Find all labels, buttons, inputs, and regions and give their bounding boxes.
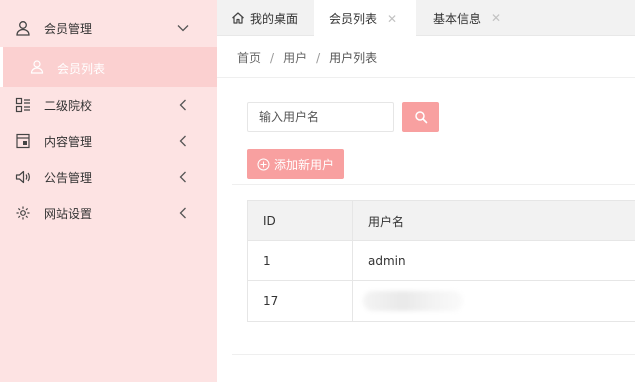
add-user-button[interactable]: 添加新用户 bbox=[247, 149, 344, 179]
sidebar-item-announcement-management[interactable]: 公告管理 bbox=[0, 159, 217, 195]
home-icon bbox=[231, 11, 245, 25]
tab-bar: 我的桌面 会员列表 ✕ 基本信息 ✕ bbox=[217, 0, 635, 37]
active-indicator bbox=[0, 47, 3, 87]
sidebar-item-label: 会员管理 bbox=[44, 21, 93, 36]
sidebar-item-label: 内容管理 bbox=[44, 134, 93, 149]
tab-label: 基本信息 bbox=[433, 11, 482, 26]
chevron-down-icon bbox=[176, 21, 190, 35]
grid-icon bbox=[15, 97, 31, 113]
sidebar-item-label: 二级院校 bbox=[44, 98, 93, 113]
column-header-username: 用户名 bbox=[368, 214, 405, 229]
search-input[interactable] bbox=[247, 102, 394, 132]
sidebar-item-site-settings[interactable]: 网站设置 bbox=[0, 195, 217, 231]
cell-id: 17 bbox=[248, 281, 353, 321]
breadcrumb-users[interactable]: 用户 bbox=[283, 51, 307, 65]
chevron-left-icon bbox=[176, 206, 190, 220]
column-header-id: ID bbox=[248, 201, 353, 241]
breadcrumb-separator: / bbox=[270, 51, 275, 65]
document-icon bbox=[15, 133, 31, 149]
search-icon bbox=[414, 110, 428, 124]
tab-basic-info[interactable]: 基本信息 ✕ bbox=[433, 0, 501, 36]
chevron-left-icon bbox=[176, 134, 190, 148]
chevron-left-icon bbox=[176, 170, 190, 184]
tab-member-list[interactable]: 会员列表 ✕ bbox=[314, 0, 416, 37]
sidebar-subitem-member-list[interactable]: 会员列表 bbox=[0, 47, 217, 87]
divider bbox=[217, 77, 635, 78]
cell-username bbox=[353, 281, 635, 321]
speaker-icon bbox=[15, 169, 31, 185]
close-icon[interactable]: ✕ bbox=[387, 12, 397, 26]
table-header-row: ID 用户名 bbox=[248, 201, 635, 241]
sidebar-item-label: 网站设置 bbox=[44, 206, 93, 221]
add-user-label: 添加新用户 bbox=[274, 157, 335, 172]
sidebar-item-content-management[interactable]: 内容管理 bbox=[0, 123, 217, 159]
sidebar-item-member-management[interactable]: 会员管理 bbox=[0, 10, 217, 46]
divider bbox=[232, 354, 635, 355]
sidebar-subitem-label: 会员列表 bbox=[57, 62, 106, 76]
main-content: 首页 / 用户 / 用户列表 添加新用户 ID 用户名 1 admin 17 bbox=[217, 37, 635, 382]
gear-icon bbox=[15, 205, 31, 221]
table-row[interactable]: 1 admin bbox=[248, 241, 635, 281]
breadcrumb-separator: / bbox=[316, 51, 321, 65]
sidebar-item-label: 公告管理 bbox=[44, 170, 93, 185]
breadcrumb-home[interactable]: 首页 bbox=[237, 51, 261, 65]
sidebar: 会员管理 会员列表 二级院校 内容管理 公告管理 网站设置 bbox=[0, 0, 217, 382]
close-icon[interactable]: ✕ bbox=[491, 11, 501, 25]
breadcrumb: 首页 / 用户 / 用户列表 bbox=[237, 49, 377, 66]
cell-username: admin bbox=[368, 254, 406, 268]
user-table: ID 用户名 1 admin 17 bbox=[247, 200, 635, 322]
divider bbox=[232, 184, 635, 185]
user-icon bbox=[30, 59, 44, 75]
chevron-left-icon bbox=[176, 98, 190, 112]
search-button[interactable] bbox=[402, 102, 439, 132]
plus-circle-icon bbox=[257, 158, 270, 171]
tab-label: 我的桌面 bbox=[250, 11, 299, 26]
breadcrumb-current: 用户列表 bbox=[329, 51, 378, 65]
user-icon bbox=[15, 20, 31, 36]
redacted-username bbox=[363, 291, 463, 311]
sidebar-item-secondary-college[interactable]: 二级院校 bbox=[0, 87, 217, 123]
tab-label: 会员列表 bbox=[329, 12, 378, 26]
table-row[interactable]: 17 bbox=[248, 281, 635, 321]
cell-id: 1 bbox=[248, 241, 353, 281]
tab-my-desktop[interactable]: 我的桌面 bbox=[231, 0, 298, 36]
